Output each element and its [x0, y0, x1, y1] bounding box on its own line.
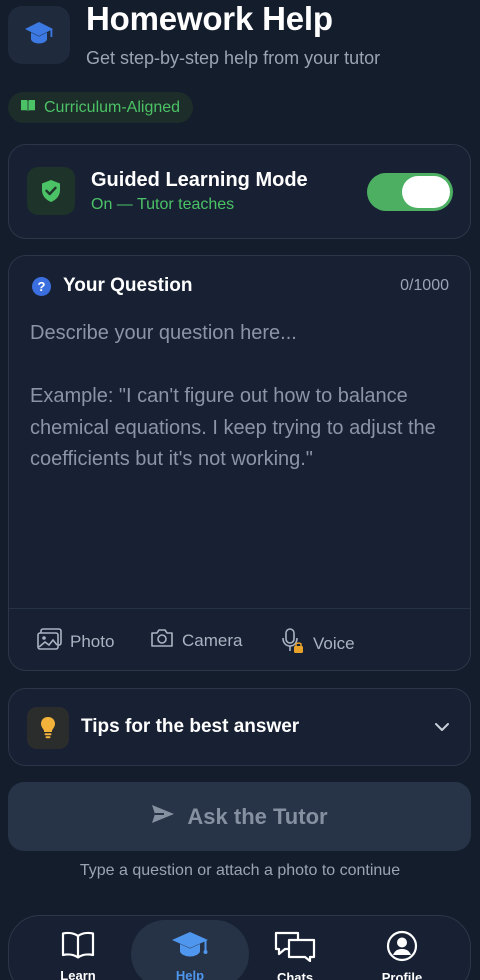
voice-button[interactable]: Voice: [281, 628, 355, 659]
camera-label: Camera: [182, 630, 243, 650]
microphone-locked-icon: [281, 628, 305, 659]
nav-item-help[interactable]: Help: [131, 920, 249, 980]
book-icon: [20, 99, 36, 117]
curriculum-badge: Curriculum-Aligned: [8, 92, 194, 123]
photo-label: Photo: [70, 631, 115, 651]
guided-mode-toggle[interactable]: [367, 173, 453, 211]
chevron-down-icon: [434, 719, 450, 737]
question-card: ? Your Question 0/1000 Photo Camera: [8, 255, 471, 671]
nav-label-help: Help: [175, 968, 205, 980]
question-title: Your Question: [63, 275, 193, 296]
ask-tutor-button[interactable]: Ask the Tutor: [8, 782, 471, 851]
guided-mode-status: On — Tutor teaches: [91, 196, 235, 213]
tips-title: Tips for the best answer: [81, 716, 300, 737]
user-circle-icon: [386, 930, 418, 967]
character-counter: 0/1000: [400, 277, 449, 294]
nav-item-learn[interactable]: Learn: [24, 920, 132, 980]
bottom-nav: Learn Help Chats Profile: [8, 915, 471, 980]
nav-label-profile: Profile: [381, 970, 423, 980]
graduation-cap-icon: [24, 20, 54, 51]
nav-item-profile[interactable]: Profile: [348, 920, 456, 980]
graduation-cap-icon: [170, 930, 210, 965]
shield-check-icon: [27, 167, 75, 215]
toggle-knob: [402, 176, 450, 208]
image-icon: [37, 628, 62, 655]
book-open-icon: [60, 930, 96, 965]
send-icon: [151, 804, 175, 830]
app-logo: [8, 6, 70, 64]
photo-button[interactable]: Photo: [37, 628, 114, 655]
tips-accordion[interactable]: Tips for the best answer: [8, 688, 471, 766]
lightbulb-icon: [27, 707, 69, 749]
nav-item-chats[interactable]: Chats: [241, 920, 349, 980]
camera-icon: [150, 628, 174, 653]
badge-label: Curriculum-Aligned: [44, 98, 181, 116]
guided-mode-title: Guided Learning Mode: [91, 169, 308, 191]
nav-label-chats: Chats: [276, 970, 314, 980]
page-subtitle: Get step-by-step help from your tutor: [86, 48, 381, 68]
guided-learning-card: Guided Learning Mode On — Tutor teaches: [8, 144, 471, 239]
page-title: Homework Help: [86, 0, 333, 37]
voice-label: Voice: [313, 633, 355, 653]
ask-tutor-label: Ask the Tutor: [187, 803, 328, 829]
question-mark-icon: ?: [32, 277, 51, 296]
question-input[interactable]: [30, 318, 455, 598]
nav-label-learn: Learn: [60, 968, 96, 980]
camera-button[interactable]: Camera: [150, 628, 242, 653]
divider: [9, 608, 470, 609]
chat-bubbles-icon: [273, 930, 317, 967]
helper-hint: Type a question or attach a photo to con…: [79, 862, 401, 879]
